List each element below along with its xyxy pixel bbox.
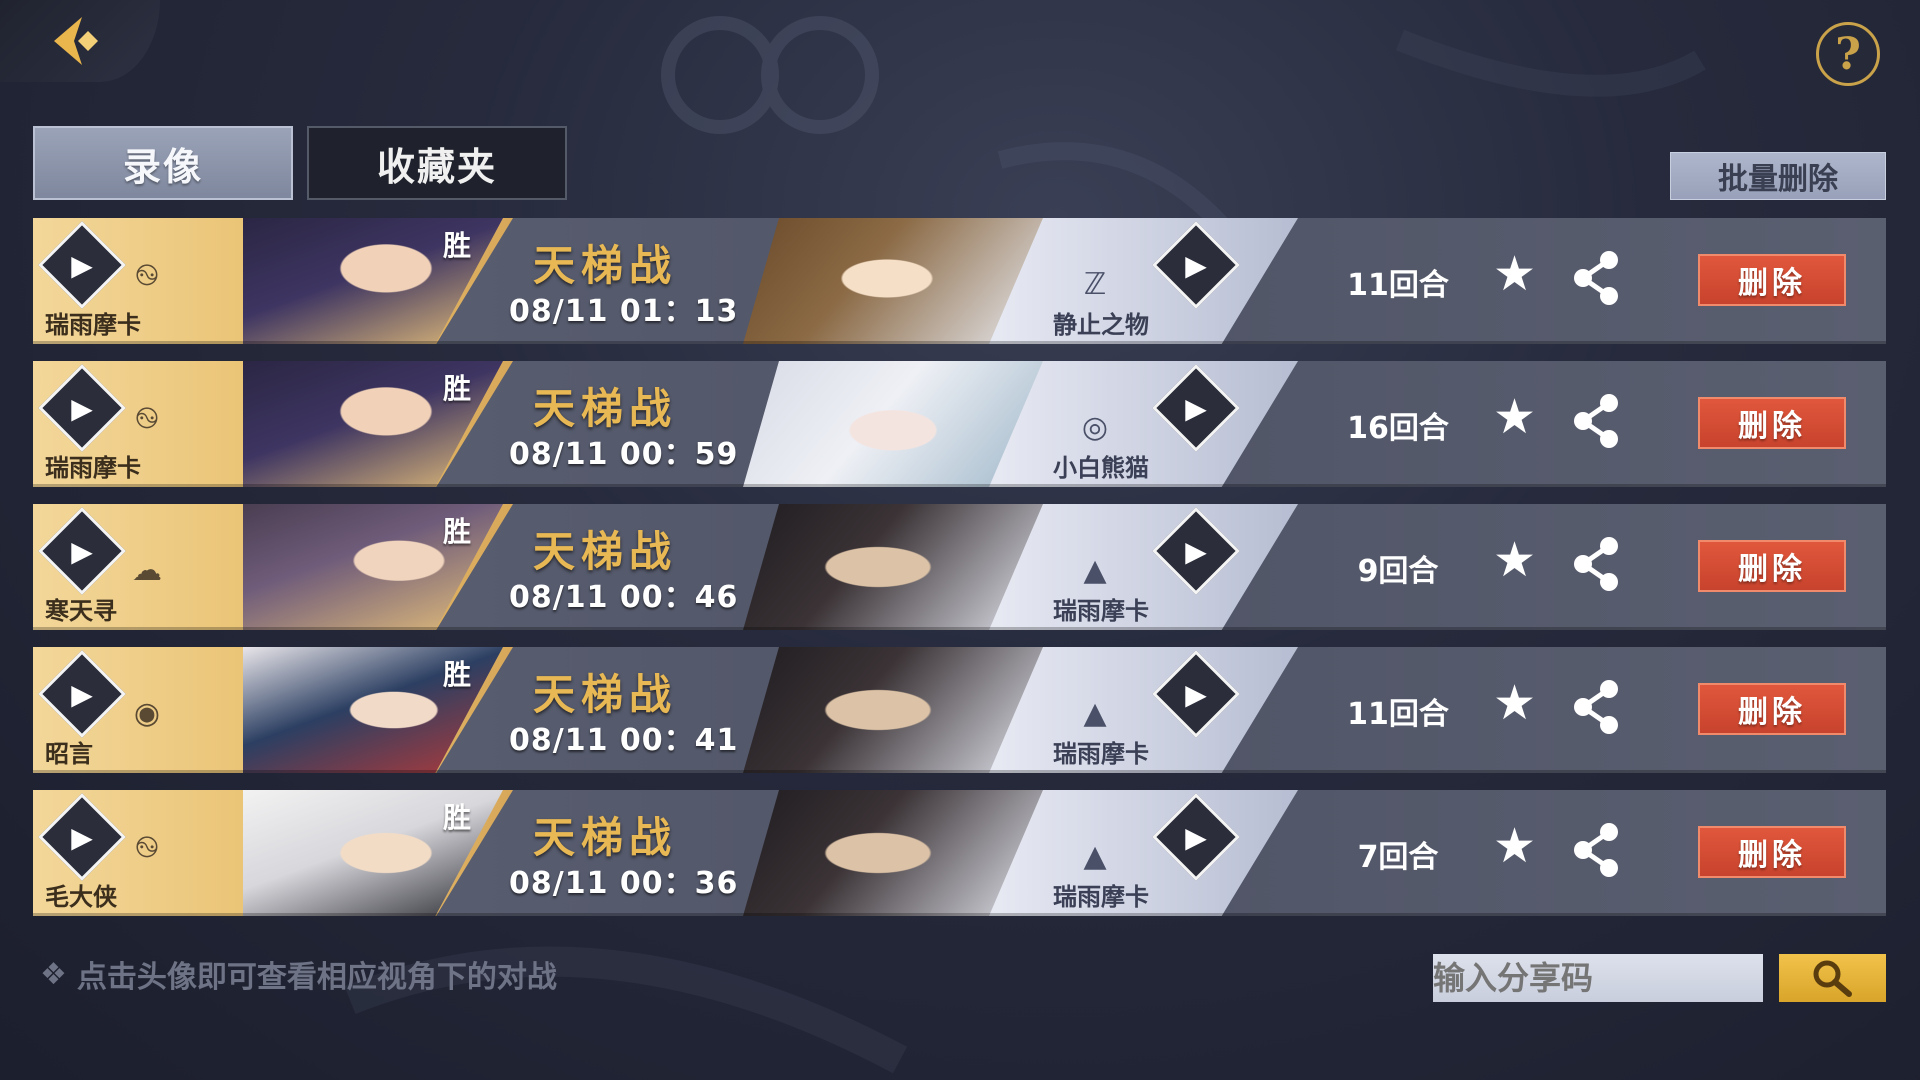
video-camera-icon: ▶ [1185, 677, 1207, 711]
opponent-name: 瑞雨摩卡 [1053, 883, 1149, 911]
sect-icon: ࿊ [135, 830, 159, 865]
favorite-star-icon[interactable]: ★ [1493, 822, 1536, 870]
record-row: ▶ ☁ 寒天寻 胜 天梯战 08/11 00：46 ▶ ▲ 瑞雨摩卡 9回合 ★… [33, 504, 1886, 630]
round-count: 16回合 [1347, 411, 1449, 446]
round-count: 9回合 [1357, 554, 1439, 589]
result-label: 胜 [443, 372, 472, 405]
battle-mode: 天梯战 [533, 527, 678, 576]
battle-time: 08/11 00：46 [509, 580, 739, 615]
delete-button[interactable]: 删除 [1698, 826, 1846, 878]
record-list: ▶ ࿊ 瑞雨摩卡 胜 天梯战 08/11 01：13 ▶ ℤ 静止之物 11回合… [33, 218, 1886, 933]
record-row: ▶ ࿊ 瑞雨摩卡 胜 天梯战 08/11 01：13 ▶ ℤ 静止之物 11回合… [33, 218, 1886, 344]
magnifier-icon [1813, 960, 1852, 997]
player-name: 昭言 [45, 740, 93, 768]
battle-mode: 天梯战 [533, 384, 678, 433]
delete-button[interactable]: 删除 [1698, 540, 1846, 592]
video-camera-icon: ▶ [71, 248, 93, 282]
video-camera-icon: ▶ [71, 677, 93, 711]
opponent-name: 瑞雨摩卡 [1053, 597, 1149, 625]
tab-recordings[interactable]: 录像 [33, 126, 293, 200]
help-button[interactable]: ? [1816, 22, 1880, 86]
player-name: 毛大侠 [45, 883, 117, 911]
opponent-name: 静止之物 [1053, 311, 1149, 339]
record-row: ▶ ◉ 昭言 胜 天梯战 08/11 00：41 ▶ ▲ 瑞雨摩卡 11回合 ★… [33, 647, 1886, 773]
share-icon[interactable] [1569, 677, 1623, 737]
record-row: ▶ ࿊ 瑞雨摩卡 胜 天梯战 08/11 00：59 ▶ ◎ 小白熊猫 16回合… [33, 361, 1886, 487]
player-name: 寒天寻 [45, 597, 117, 625]
sect-icon: ▲ [1083, 695, 1107, 731]
opponent-name: 小白熊猫 [1053, 454, 1149, 482]
battle-mode: 天梯战 [533, 813, 678, 862]
tab-recordings-label: 录像 [122, 144, 203, 189]
favorite-star-icon[interactable]: ★ [1493, 679, 1536, 727]
battle-mode: 天梯战 [533, 670, 678, 719]
share-icon[interactable] [1569, 248, 1623, 308]
sect-icon: ࿊ [135, 258, 159, 293]
share-icon[interactable] [1569, 820, 1623, 880]
battle-time: 08/11 00：41 [509, 723, 739, 758]
result-label: 胜 [443, 658, 472, 691]
battle-time: 08/11 00：36 [509, 866, 739, 901]
result-label: 胜 [443, 515, 472, 548]
player-name: 瑞雨摩卡 [45, 454, 141, 482]
battle-time: 08/11 01：13 [509, 294, 739, 329]
batch-delete-button[interactable]: 批量删除 [1670, 152, 1886, 200]
video-camera-icon: ▶ [71, 391, 93, 425]
sect-icon: ☁ [132, 552, 162, 588]
round-count: 11回合 [1347, 268, 1449, 303]
result-label: 胜 [443, 801, 472, 834]
hint-text: ❖ 点击头像即可查看相应视角下的对战 [40, 952, 557, 996]
favorite-star-icon[interactable]: ★ [1493, 536, 1536, 584]
video-camera-icon: ▶ [1185, 534, 1207, 568]
round-count: 11回合 [1347, 697, 1449, 732]
share-code-input[interactable] [1433, 954, 1763, 1002]
share-icon[interactable] [1569, 534, 1623, 594]
back-arrow-icon [54, 17, 98, 65]
opponent-name: 瑞雨摩卡 [1053, 740, 1149, 768]
sect-icon: ▲ [1083, 838, 1107, 874]
video-camera-icon: ▶ [1185, 391, 1207, 425]
battle-mode: 天梯战 [533, 241, 678, 290]
tab-favorites[interactable]: 收藏夹 [307, 126, 567, 200]
sect-icon: ▲ [1083, 552, 1107, 588]
hint-label: 点击头像即可查看相应视角下的对战 [76, 960, 557, 995]
share-icon[interactable] [1569, 391, 1623, 451]
battle-time: 08/11 00：59 [509, 437, 739, 472]
tab-favorites-label: 收藏夹 [376, 144, 497, 189]
delete-button[interactable]: 删除 [1698, 683, 1846, 735]
video-camera-icon: ▶ [71, 534, 93, 568]
help-icon: ? [1835, 28, 1861, 80]
diamond-icon: ❖ [40, 956, 67, 992]
video-camera-icon: ▶ [1185, 248, 1207, 282]
sect-icon: ◎ [1081, 409, 1109, 445]
favorite-star-icon[interactable]: ★ [1493, 393, 1536, 441]
video-camera-icon: ▶ [71, 820, 93, 854]
sect-icon: ◉ [133, 695, 161, 731]
record-row: ▶ ࿊ 毛大侠 胜 天梯战 08/11 00：36 ▶ ▲ 瑞雨摩卡 7回合 ★… [33, 790, 1886, 916]
search-button[interactable] [1779, 954, 1886, 1002]
result-label: 胜 [443, 229, 472, 262]
favorite-star-icon[interactable]: ★ [1493, 250, 1536, 298]
back-button[interactable] [0, 0, 160, 82]
delete-button[interactable]: 删除 [1698, 254, 1846, 306]
sect-icon: ࿊ [135, 401, 159, 436]
delete-button[interactable]: 删除 [1698, 397, 1846, 449]
video-camera-icon: ▶ [1185, 820, 1207, 854]
player-name: 瑞雨摩卡 [45, 311, 141, 339]
round-count: 7回合 [1357, 840, 1439, 875]
sect-icon: ℤ [1083, 266, 1107, 302]
